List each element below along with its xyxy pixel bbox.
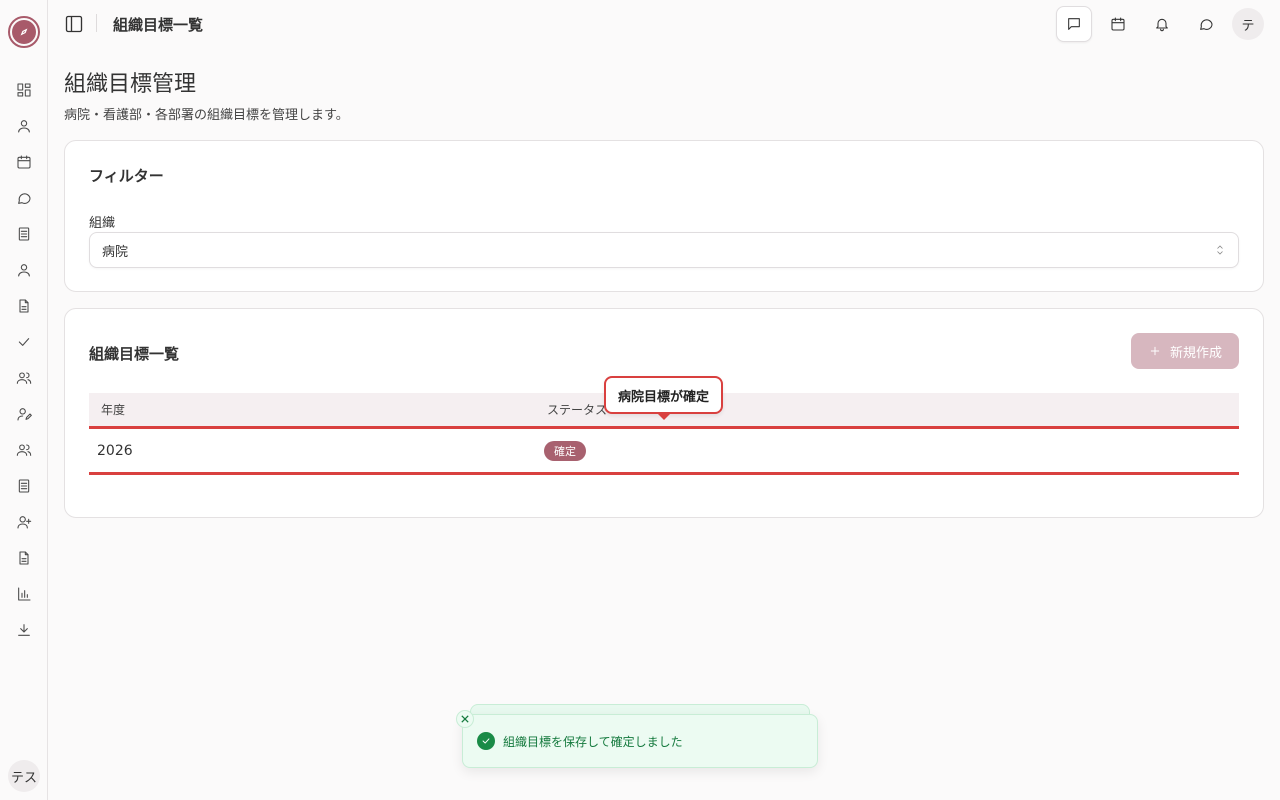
user-avatar[interactable]: テ: [1232, 8, 1264, 40]
toast-close-button[interactable]: [456, 710, 474, 728]
user-icon: [18, 120, 30, 133]
sidebar-item-person[interactable]: [0, 252, 48, 288]
sidebar-item-notes[interactable]: [0, 468, 48, 504]
goals-list-title: 組織目標一覧: [89, 345, 180, 363]
calendar-icon: [17, 155, 31, 169]
download-icon: [18, 624, 30, 636]
row-year: 2026: [97, 442, 133, 459]
check-icon: [18, 338, 30, 346]
page-title: 組織目標管理: [64, 72, 197, 97]
person-icon: [18, 264, 30, 277]
header-divider: [96, 14, 97, 32]
chat-icon: [18, 193, 31, 204]
sidebar-item-users[interactable]: [0, 360, 48, 396]
notifications-button[interactable]: [1144, 6, 1180, 42]
sidebar-item-document[interactable]: [0, 288, 48, 324]
callout-arrow: [657, 413, 671, 420]
message-square-icon: [1068, 18, 1080, 30]
create-new-button[interactable]: 新規作成: [1131, 333, 1239, 369]
tutorial-callout: 病院目標が確定: [604, 376, 724, 414]
compass-icon: [12, 20, 36, 44]
chat-bubble-icon: [1200, 19, 1213, 30]
notes-icon: [18, 479, 30, 493]
sidebar-item-profile[interactable]: [0, 108, 48, 144]
column-header-year: 年度: [101, 403, 126, 417]
org-select-value: 病院: [102, 244, 129, 260]
file-text-icon: [19, 551, 29, 565]
user-plus-icon: [17, 516, 32, 529]
toast-message: 組織目標を保存して確定しました: [503, 734, 683, 749]
dashboard-icon: [17, 83, 31, 97]
plus-icon: [1150, 346, 1160, 356]
create-new-label: 新規作成: [1169, 345, 1222, 361]
check-circle-icon: [477, 732, 495, 750]
filter-title: フィルター: [89, 167, 164, 185]
sidebar-panel-icon: [65, 15, 83, 33]
org-label: 組織: [89, 216, 116, 231]
sidebar: テス: [0, 0, 48, 800]
chat-button[interactable]: [1188, 6, 1224, 42]
chevron-up-down-icon: [1217, 245, 1223, 255]
document-icon: [19, 299, 29, 313]
sidebar-item-group[interactable]: [0, 432, 48, 468]
sidebar-item-calendar[interactable]: [0, 144, 48, 180]
app-logo[interactable]: [8, 16, 40, 48]
sidebar-item-user-edit[interactable]: [0, 396, 48, 432]
user-edit-icon: [17, 408, 32, 421]
users-icon: [16, 372, 32, 384]
feedback-button[interactable]: [1056, 6, 1092, 42]
header-title: 組織目標一覧: [113, 16, 204, 34]
sidebar-item-file-text[interactable]: [0, 540, 48, 576]
org-select[interactable]: 病院: [89, 232, 1239, 268]
sidebar-item-check[interactable]: [0, 324, 48, 360]
status-badge: 確定: [544, 441, 586, 461]
group-icon: [16, 444, 32, 456]
calendar-icon: [1111, 17, 1125, 31]
header-actions: テ: [1056, 6, 1264, 42]
column-header-status: ステータス: [547, 403, 608, 417]
filter-card: フィルター 組織 病院: [64, 140, 1264, 292]
page-description: 病院・看護部・各部署の組織目標を管理します。: [64, 108, 349, 123]
list-doc-icon: [18, 227, 30, 241]
sidebar-item-dashboard[interactable]: [0, 72, 48, 108]
table-row[interactable]: 2026 確定: [89, 429, 1239, 475]
sidebar-item-chat[interactable]: [0, 180, 48, 216]
bell-icon: [1156, 18, 1168, 32]
sidebar-item-analytics[interactable]: [0, 576, 48, 612]
success-toast: 組織目標を保存して確定しました: [462, 714, 818, 768]
sidebar-nav: [0, 72, 48, 648]
bar-chart-icon: [18, 587, 31, 601]
top-header: 組織目標一覧 テ: [48, 0, 1280, 48]
sidebar-user-avatar[interactable]: テス: [8, 760, 40, 792]
close-icon: [461, 715, 469, 723]
sidebar-item-list[interactable]: [0, 216, 48, 252]
sidebar-toggle-button[interactable]: [64, 14, 84, 34]
calendar-button[interactable]: [1100, 6, 1136, 42]
sidebar-item-user-plus[interactable]: [0, 504, 48, 540]
sidebar-item-download[interactable]: [0, 612, 48, 648]
